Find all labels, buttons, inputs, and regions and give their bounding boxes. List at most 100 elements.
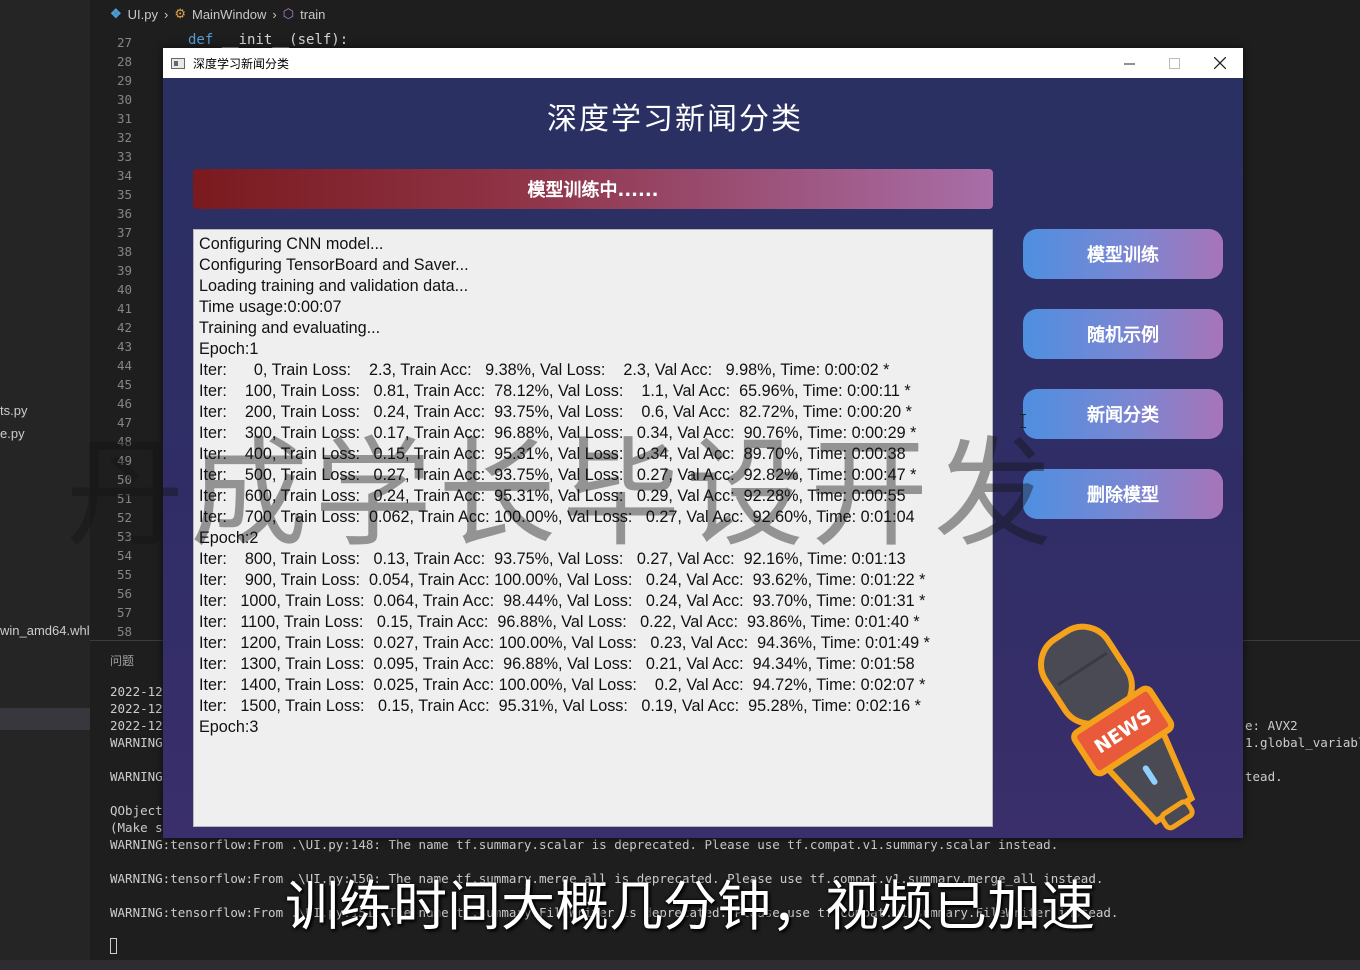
code-keyword: def: [188, 32, 214, 48]
text-cursor-icon: [1020, 414, 1026, 428]
terminal-line: e: AVX2: [1245, 718, 1298, 733]
line-number: 44: [116, 358, 132, 373]
chevron-right-icon: ›: [164, 6, 169, 22]
training-log-textbox[interactable]: Configuring CNN model... Configuring Tens…: [193, 229, 993, 827]
code-line[interactable]: def __init__(self):: [188, 32, 348, 48]
terminal-line: tead.: [1245, 769, 1283, 784]
sidebar-file[interactable]: e.py: [0, 426, 25, 441]
line-number: 46: [116, 396, 132, 411]
terminal-line: WARNING:tensorflow:From .\UI.py:150: The…: [110, 871, 1104, 886]
log-line: Iter: 500, Train Loss: 0.27, Train Acc: …: [199, 466, 917, 484]
train-model-button[interactable]: 模型训练: [1023, 229, 1223, 279]
terminal-line: WARNING:tensorflow:From .\UI.py:151: The…: [110, 905, 1119, 920]
line-number: 53: [116, 529, 132, 544]
terminal-line: WARNING:tensorflow:From .\UI.py:148: The…: [110, 837, 1059, 852]
breadcrumb-file[interactable]: UI.py: [128, 7, 158, 22]
line-number: 33: [116, 149, 132, 164]
log-line: Time usage:0:00:07: [199, 298, 342, 316]
maximize-button[interactable]: [1151, 48, 1197, 78]
log-line: Epoch:1: [199, 340, 259, 358]
code-text: __init__(self):: [213, 32, 349, 48]
line-number: 57: [116, 605, 132, 620]
line-number: 31: [116, 111, 132, 126]
minimize-icon: [1123, 63, 1135, 64]
log-line: Iter: 0, Train Loss: 2.3, Train Acc: 9.3…: [199, 361, 890, 379]
terminal-line: 2022-12-: [110, 701, 171, 716]
line-number: 51: [116, 491, 132, 506]
terminal-line: WARNING:: [110, 735, 171, 750]
log-line: Iter: 400, Train Loss: 0.15, Train Acc: …: [199, 445, 906, 463]
log-line: Training and evaluating...: [199, 319, 381, 337]
breadcrumb-method[interactable]: train: [300, 7, 325, 22]
terminal-cursor[interactable]: [110, 938, 117, 954]
line-number: 32: [116, 130, 132, 145]
log-line: Iter: 1300, Train Loss: 0.095, Train Acc…: [199, 655, 915, 673]
log-line: Iter: 900, Train Loss: 0.054, Train Acc:…: [199, 571, 926, 589]
close-button[interactable]: [1197, 48, 1243, 78]
line-number-gutter: 27 28 29 30 31 32 33 34 35 36 37 38 39 4…: [90, 30, 160, 640]
news-microphone-icon: NEWS: [1038, 623, 1196, 831]
log-line: Configuring CNN model...: [199, 235, 384, 253]
line-number: 28: [116, 54, 132, 69]
terminal-line: WARNING:: [110, 769, 171, 784]
log-line: Iter: 200, Train Loss: 0.24, Train Acc: …: [199, 403, 912, 421]
chevron-right-icon: ›: [272, 6, 277, 22]
line-number: 27: [116, 35, 132, 50]
classify-news-button[interactable]: 新闻分类: [1023, 389, 1223, 439]
line-number: 29: [116, 73, 132, 88]
terminal-line: 1.global_variable: [1245, 735, 1360, 750]
breadcrumb: ❖ UI.py › ⚙ MainWindow › ⬡ train: [90, 0, 1360, 28]
line-number: 52: [116, 510, 132, 525]
sidebar-selection: [0, 708, 90, 730]
sidebar-file[interactable]: ts.py: [0, 403, 27, 418]
minimize-button[interactable]: [1106, 48, 1152, 78]
line-number: 30: [116, 92, 132, 107]
ide-sidebar: ts.py e.py win_amd64.whl: [0, 0, 90, 970]
page-title: 深度学习新闻分类: [547, 102, 803, 137]
line-number: 48: [116, 434, 132, 449]
python-file-icon: ❖: [110, 6, 122, 21]
log-line: Iter: 1500, Train Loss: 0.15, Train Acc:…: [199, 697, 921, 715]
log-line: Iter: 100, Train Loss: 0.81, Train Acc: …: [199, 382, 911, 400]
terminal-line: 2022-12-: [110, 684, 171, 699]
training-status-banner: 模型训练中......: [193, 169, 993, 209]
line-number: 50: [116, 472, 132, 487]
maximize-icon: [1168, 57, 1180, 69]
sidebar-file[interactable]: win_amd64.whl: [0, 623, 90, 638]
line-number: 43: [116, 339, 132, 354]
line-number: 35: [116, 187, 132, 202]
ide-status-bar: [0, 960, 1360, 970]
line-number: 49: [116, 453, 132, 468]
method-icon: ⬡: [282, 6, 295, 21]
line-number: 39: [116, 263, 132, 278]
app-window: 深度学习新闻分类 深度学习新闻分类 模型训练中...... Configurin…: [163, 48, 1243, 838]
line-number: 45: [116, 377, 132, 392]
status-text: 模型训练中......: [527, 180, 659, 201]
terminal-line: 2022-12-: [110, 718, 171, 733]
log-line: Epoch:2: [199, 529, 259, 547]
random-example-button[interactable]: 随机示例: [1023, 309, 1223, 359]
terminal-line: (Make su: [110, 820, 171, 835]
log-line: Iter: 1400, Train Loss: 0.025, Train Acc…: [199, 676, 926, 694]
line-number: 37: [116, 225, 132, 240]
app-window-icon: [171, 57, 185, 69]
log-line: Iter: 800, Train Loss: 0.13, Train Acc: …: [199, 550, 906, 568]
window-client-area: 深度学习新闻分类 模型训练中...... Configuring CNN mod…: [163, 78, 1243, 838]
class-icon: ⚙: [174, 6, 186, 21]
line-number: 55: [116, 567, 132, 582]
panel-tab-problems[interactable]: 问题: [110, 652, 134, 669]
delete-model-button[interactable]: 删除模型: [1023, 469, 1223, 519]
line-number: 58: [116, 624, 132, 639]
line-number: 47: [116, 415, 132, 430]
window-title: 深度学习新闻分类: [193, 56, 290, 71]
line-number: 54: [116, 548, 132, 563]
line-number: 56: [116, 586, 132, 601]
log-line: Iter: 1200, Train Loss: 0.027, Train Acc…: [199, 634, 930, 652]
log-line: Iter: 700, Train Loss: 0.062, Train Acc:…: [199, 508, 915, 526]
line-number: 42: [116, 320, 132, 335]
window-titlebar[interactable]: 深度学习新闻分类: [163, 48, 1243, 78]
line-number: 40: [116, 282, 132, 297]
log-line: Loading training and validation data...: [199, 277, 469, 295]
line-number: 41: [116, 301, 132, 316]
breadcrumb-class[interactable]: MainWindow: [192, 7, 266, 22]
